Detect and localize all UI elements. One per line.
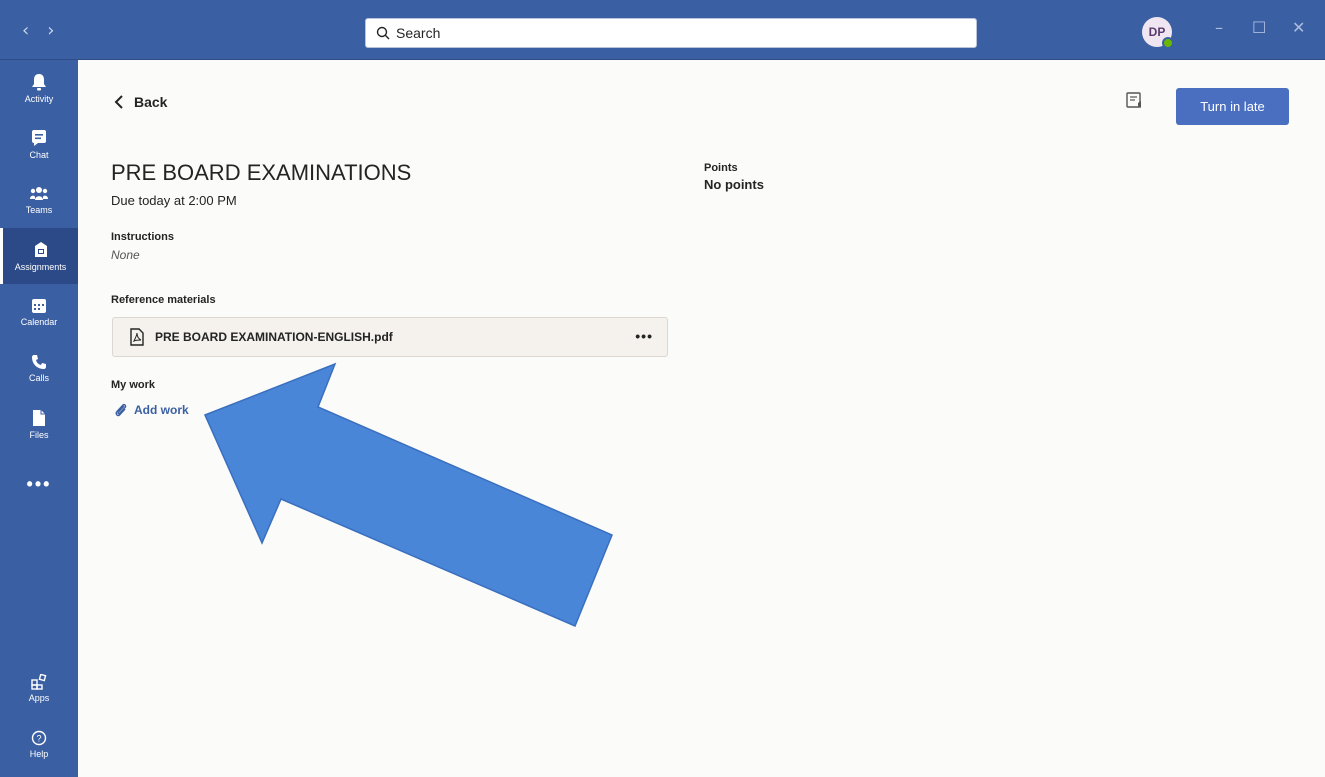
annotation-arrow [203, 362, 613, 627]
